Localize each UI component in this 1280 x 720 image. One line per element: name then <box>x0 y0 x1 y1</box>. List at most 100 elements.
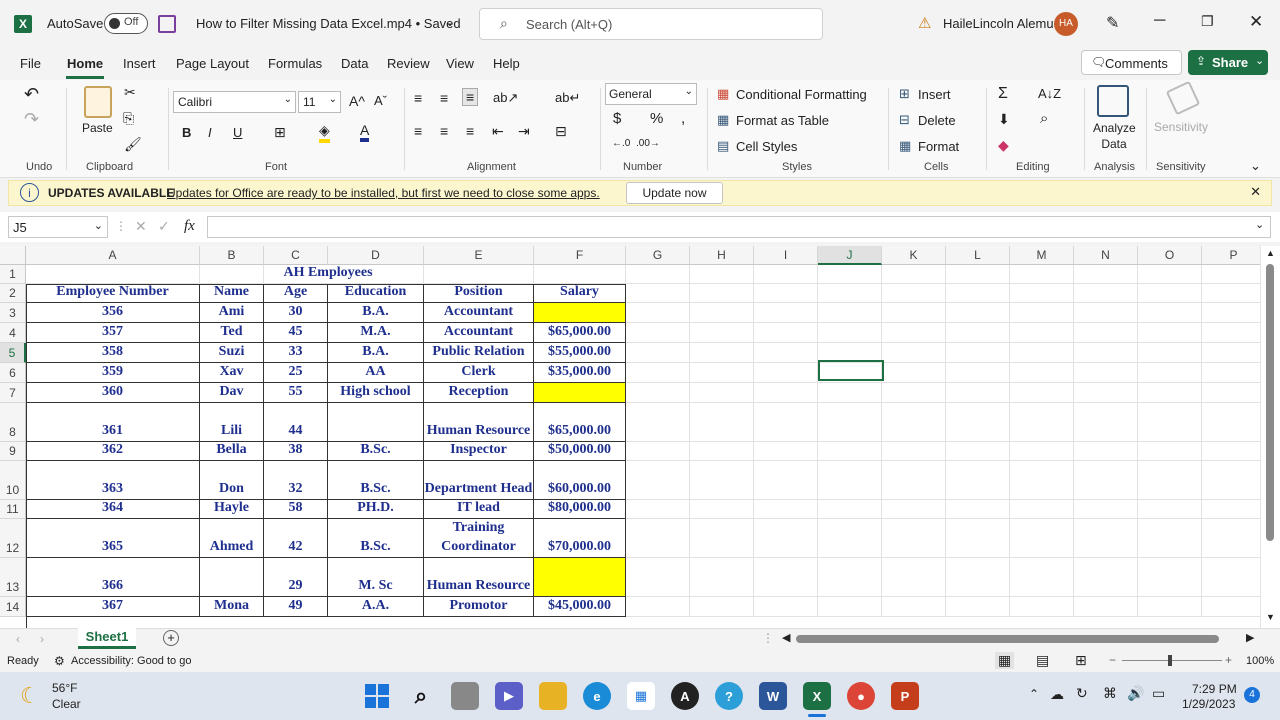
cell-o4[interactable] <box>1138 323 1202 343</box>
cell-m10[interactable] <box>1010 461 1074 500</box>
cell-n9[interactable] <box>1074 442 1138 461</box>
row-header-8[interactable]: 8 <box>0 403 26 442</box>
cell-o14[interactable] <box>1138 597 1202 617</box>
cell-b11[interactable]: Hayle <box>200 500 264 519</box>
column-header-i[interactable]: I <box>754 246 818 265</box>
cell-h5[interactable] <box>690 343 754 363</box>
cell-j1[interactable] <box>818 265 882 284</box>
decrease-indent-icon[interactable]: ⇤ <box>492 123 504 140</box>
cell-j4[interactable] <box>818 323 882 343</box>
font-color-icon[interactable]: A <box>360 122 370 142</box>
tab-file[interactable]: File <box>20 56 41 71</box>
normal-view-icon[interactable]: ▦ <box>995 652 1015 669</box>
cell-d7[interactable]: High school <box>328 383 424 403</box>
share-button[interactable]: ⇪ Share ⌄ <box>1188 50 1268 75</box>
cell-h3[interactable] <box>690 303 754 323</box>
cell-e7[interactable]: Reception <box>424 383 534 403</box>
cell-f2[interactable]: Salary <box>534 284 626 303</box>
cell-f7[interactable] <box>534 383 626 403</box>
cell-g6[interactable] <box>626 363 690 383</box>
cell-m12[interactable] <box>1010 519 1074 558</box>
powerpoint-icon[interactable]: P <box>891 682 919 710</box>
comma-icon[interactable]: , <box>681 110 685 127</box>
row-header-5[interactable]: 5 <box>0 343 26 363</box>
column-header-l[interactable]: L <box>946 246 1010 265</box>
cell-l6[interactable] <box>946 363 1010 383</box>
cell-e13[interactable]: Human Resource <box>424 558 534 597</box>
cell-j3[interactable] <box>818 303 882 323</box>
cell-e10[interactable]: Department Head <box>424 461 534 500</box>
name-box[interactable]: J5 ⌄ <box>8 216 108 238</box>
cell-k5[interactable] <box>882 343 946 363</box>
format-as-table-button[interactable]: Format as Table <box>736 113 829 128</box>
cell-a8[interactable]: 361 <box>26 403 200 442</box>
font-name-select[interactable]: Calibri ⌄ <box>173 91 296 113</box>
cell-c3[interactable]: 30 <box>264 303 328 323</box>
cell-i6[interactable] <box>754 363 818 383</box>
cell-m1[interactable] <box>1010 265 1074 284</box>
cell-b8[interactable]: Lili <box>200 403 264 442</box>
borders-icon[interactable]: ⊞ <box>274 124 286 141</box>
cell-f5[interactable]: $55,000.00 <box>534 343 626 363</box>
column-header-k[interactable]: K <box>882 246 946 265</box>
cell-k2[interactable] <box>882 284 946 303</box>
cell-k13[interactable] <box>882 558 946 597</box>
cell-m2[interactable] <box>1010 284 1074 303</box>
orientation-icon[interactable]: ab↗ <box>493 90 518 106</box>
cell-l11[interactable] <box>946 500 1010 519</box>
cell-g14[interactable] <box>626 597 690 617</box>
cell-g7[interactable] <box>626 383 690 403</box>
cell-e14[interactable]: Promotor <box>424 597 534 617</box>
tab-formulas[interactable]: Formulas <box>268 56 322 71</box>
fill-color-icon[interactable]: ◈ <box>319 122 330 143</box>
app-icon[interactable]: A <box>671 682 699 710</box>
cell-i5[interactable] <box>754 343 818 363</box>
cell-h9[interactable] <box>690 442 754 461</box>
cell-i10[interactable] <box>754 461 818 500</box>
cell-h12[interactable] <box>690 519 754 558</box>
cell-m9[interactable] <box>1010 442 1074 461</box>
cell-b14[interactable]: Mona <box>200 597 264 617</box>
cell-g9[interactable] <box>626 442 690 461</box>
sync-icon[interactable]: ↻ <box>1076 685 1088 702</box>
vertical-scroll-thumb[interactable] <box>1266 264 1274 541</box>
document-title[interactable]: How to Filter Missing Data Excel.mp4 • S… <box>196 16 461 31</box>
cell-j12[interactable] <box>818 519 882 558</box>
cell-a2[interactable]: Employee Number <box>26 284 200 303</box>
increase-font-icon[interactable]: A^ <box>349 93 365 109</box>
column-header-f[interactable]: F <box>534 246 626 265</box>
formula-input[interactable] <box>207 216 1271 238</box>
align-middle-icon[interactable]: ≡ <box>440 90 448 106</box>
cell-d5[interactable]: B.A. <box>328 343 424 363</box>
cell-p6[interactable] <box>1202 363 1260 383</box>
row-header-3[interactable]: 3 <box>0 303 26 323</box>
cell-l10[interactable] <box>946 461 1010 500</box>
paste-label[interactable]: Paste <box>82 121 113 135</box>
cell-g1[interactable] <box>626 265 690 284</box>
cell-p13[interactable] <box>1202 558 1260 597</box>
page-break-view-icon[interactable]: ⊞ <box>1075 652 1087 669</box>
zoom-out-icon[interactable]: − <box>1109 653 1116 667</box>
cell-p14[interactable] <box>1202 597 1260 617</box>
cell-a4[interactable]: 357 <box>26 323 200 343</box>
cell-p4[interactable] <box>1202 323 1260 343</box>
cell-e12[interactable]: Training Coordinator <box>424 519 534 558</box>
cell-m4[interactable] <box>1010 323 1074 343</box>
cell-d9[interactable]: B.Sc. <box>328 442 424 461</box>
accessibility-status[interactable]: Accessibility: Good to go <box>71 655 191 667</box>
column-header-m[interactable]: M <box>1010 246 1074 265</box>
row-header-6[interactable]: 6 <box>0 363 26 383</box>
cut-icon[interactable]: ✂ <box>124 84 136 101</box>
autosave-toggle[interactable]: Off <box>104 13 148 34</box>
delete-cells-button[interactable]: Delete <box>918 113 956 128</box>
row-header-11[interactable]: 11 <box>0 500 26 519</box>
add-sheet-icon[interactable]: + <box>163 630 179 646</box>
cell-p3[interactable] <box>1202 303 1260 323</box>
cell-l1[interactable] <box>946 265 1010 284</box>
column-header-p[interactable]: P <box>1202 246 1260 265</box>
task-view-icon[interactable] <box>451 682 479 710</box>
cell-n5[interactable] <box>1074 343 1138 363</box>
increase-indent-icon[interactable]: ⇥ <box>518 123 530 140</box>
prev-sheet-icon[interactable]: ‹ <box>16 632 20 646</box>
message-text-link[interactable]: Updates for Office are ready to be insta… <box>167 186 600 200</box>
